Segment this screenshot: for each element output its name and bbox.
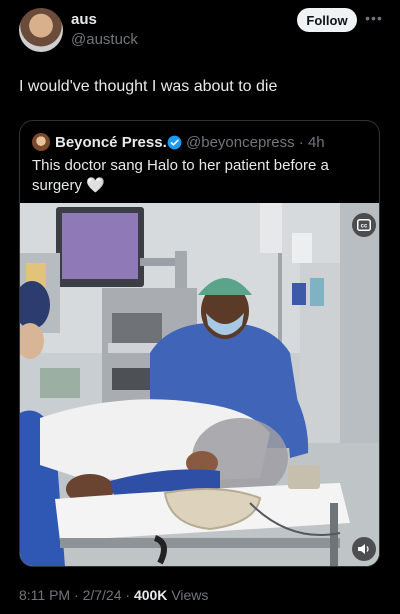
quoted-text-line2: surgery	[32, 177, 83, 194]
tweet-text: I would've thought I was about to die	[19, 78, 278, 95]
author-avatar[interactable]	[19, 8, 63, 52]
surgery-video-frame	[20, 203, 379, 566]
ellipsis-icon[interactable]: •••	[365, 8, 383, 28]
white-heart-emoji: 🤍	[86, 177, 105, 194]
quoted-handle-time: @beyoncepress · 4h	[186, 134, 325, 151]
quoted-tweet[interactable]: Beyoncé Press. @beyoncepress · 4h This d…	[19, 120, 380, 567]
post-time: 8:11 PM	[19, 587, 71, 603]
view-count: 400K	[133, 587, 168, 603]
volume-icon[interactable]	[352, 537, 376, 561]
tweet-meta: 8:11 PM · 2/7/24 · 400K Views	[19, 587, 208, 603]
video-player[interactable]: cc	[20, 203, 379, 566]
quoted-text-line1: This doctor sang Halo to her patient bef…	[32, 157, 329, 174]
author-handle[interactable]: @austuck	[71, 31, 138, 48]
separator: ·	[125, 587, 134, 603]
verified-badge-icon	[167, 135, 182, 150]
captions-icon[interactable]: cc	[352, 213, 376, 237]
post-date[interactable]: 2/7/24	[83, 587, 122, 603]
quoted-author-name[interactable]: Beyoncé Press.	[55, 134, 167, 151]
svg-text:cc: cc	[361, 224, 368, 230]
quoted-text: This doctor sang Halo to her patient bef…	[32, 156, 362, 196]
follow-button[interactable]: Follow	[297, 8, 357, 32]
separator: ·	[74, 587, 83, 603]
author-display-name[interactable]: aus	[71, 11, 97, 28]
views-label: Views	[171, 587, 209, 603]
quoted-author-avatar[interactable]	[32, 133, 50, 151]
